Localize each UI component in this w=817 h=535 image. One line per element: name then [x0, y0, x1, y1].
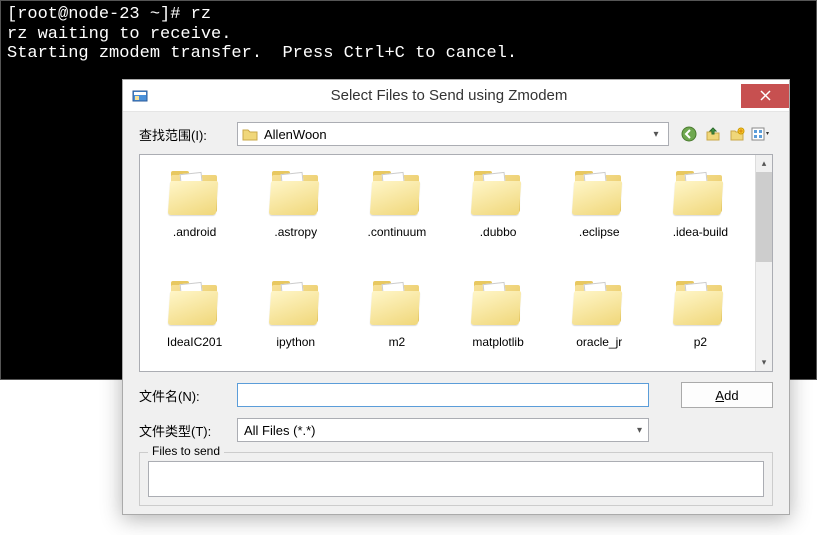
back-button[interactable]	[679, 124, 699, 144]
filetype-select[interactable]: All Files (*.*) ▾	[237, 418, 649, 442]
folder-item[interactable]: .astropy	[245, 163, 346, 273]
terminal-prompt: [root@node-23 ~]#	[7, 5, 191, 24]
lookin-label: 查找范围(I):	[139, 125, 237, 144]
file-list: .android .astropy .continuum .dubbo .eclipse…	[139, 154, 773, 372]
folder-icon	[266, 279, 326, 329]
folder-name: .astropy	[274, 225, 317, 239]
view-menu-button[interactable]	[751, 124, 771, 144]
scroll-thumb[interactable]	[756, 172, 772, 262]
folder-icon	[670, 279, 730, 329]
folder-icon	[165, 279, 225, 329]
filename-input[interactable]	[237, 383, 649, 407]
folder-icon	[670, 169, 730, 219]
add-button[interactable]: Add	[681, 382, 773, 408]
folder-name: ipython	[276, 335, 315, 349]
folder-name: .android	[173, 225, 216, 239]
app-icon	[131, 87, 149, 105]
folder-icon	[468, 279, 528, 329]
folder-name: m2	[389, 335, 406, 349]
up-one-level-button[interactable]	[703, 124, 723, 144]
folder-item[interactable]: p2	[650, 273, 751, 371]
folder-icon	[468, 169, 528, 219]
titlebar: Select Files to Send using Zmodem	[123, 80, 789, 112]
folder-item[interactable]: .continuum	[346, 163, 447, 273]
folder-icon	[367, 169, 427, 219]
folder-item[interactable]: IdeaIC201	[144, 273, 245, 371]
folder-icon	[242, 127, 258, 141]
lookin-combo[interactable]: AllenWoon ▾	[237, 122, 669, 146]
lookin-value: AllenWoon	[264, 127, 648, 142]
folder-item[interactable]: .eclipse	[549, 163, 650, 273]
close-button[interactable]	[741, 84, 789, 108]
filetype-label: 文件类型(T):	[139, 421, 237, 440]
file-list-grid[interactable]: .android .astropy .continuum .dubbo .eclipse…	[140, 155, 755, 371]
folder-name: matplotlib	[472, 335, 523, 349]
files-to-send-group: Files to send	[139, 452, 773, 506]
files-to-send-label: Files to send	[148, 444, 224, 458]
terminal-line2: rz waiting to receive.	[7, 25, 231, 44]
folder-item[interactable]: m2	[346, 273, 447, 371]
scrollbar[interactable]: ▴ ▾	[755, 155, 772, 371]
folder-name: oracle_jr	[576, 335, 622, 349]
folder-item[interactable]: matplotlib	[447, 273, 548, 371]
folder-icon	[569, 279, 629, 329]
folder-item[interactable]: ipython	[245, 273, 346, 371]
folder-item[interactable]: .dubbo	[447, 163, 548, 273]
folder-name: p2	[694, 335, 707, 349]
filetype-value: All Files (*.*)	[244, 423, 637, 438]
file-dialog: Select Files to Send using Zmodem 查找范围(I…	[122, 79, 790, 515]
folder-item[interactable]: .idea-build	[650, 163, 751, 273]
scroll-track[interactable]	[756, 262, 772, 354]
folder-icon	[569, 169, 629, 219]
folder-icon	[266, 169, 326, 219]
nav-toolbar	[679, 124, 771, 144]
folder-name: IdeaIC201	[167, 335, 222, 349]
filename-label: 文件名(N):	[139, 386, 237, 405]
dialog-title: Select Files to Send using Zmodem	[157, 87, 741, 104]
folder-item[interactable]: .android	[144, 163, 245, 273]
scroll-up-button[interactable]: ▴	[756, 155, 772, 172]
chevron-down-icon[interactable]: ▾	[648, 129, 664, 140]
folder-name: .continuum	[368, 225, 427, 239]
terminal-cmd: rz	[191, 5, 211, 24]
folder-name: .idea-build	[673, 225, 728, 239]
new-folder-button[interactable]	[727, 124, 747, 144]
folder-item[interactable]: oracle_jr	[549, 273, 650, 371]
terminal-line3: Starting zmodem transfer. Press Ctrl+C t…	[7, 44, 517, 63]
files-to-send-list[interactable]	[148, 461, 764, 497]
folder-icon	[367, 279, 427, 329]
scroll-down-button[interactable]: ▾	[756, 354, 772, 371]
folder-name: .eclipse	[579, 225, 620, 239]
dialog-body: 查找范围(I): AllenWoon ▾	[123, 112, 789, 514]
chevron-down-icon: ▾	[637, 425, 642, 436]
folder-icon	[165, 169, 225, 219]
folder-name: .dubbo	[480, 225, 517, 239]
